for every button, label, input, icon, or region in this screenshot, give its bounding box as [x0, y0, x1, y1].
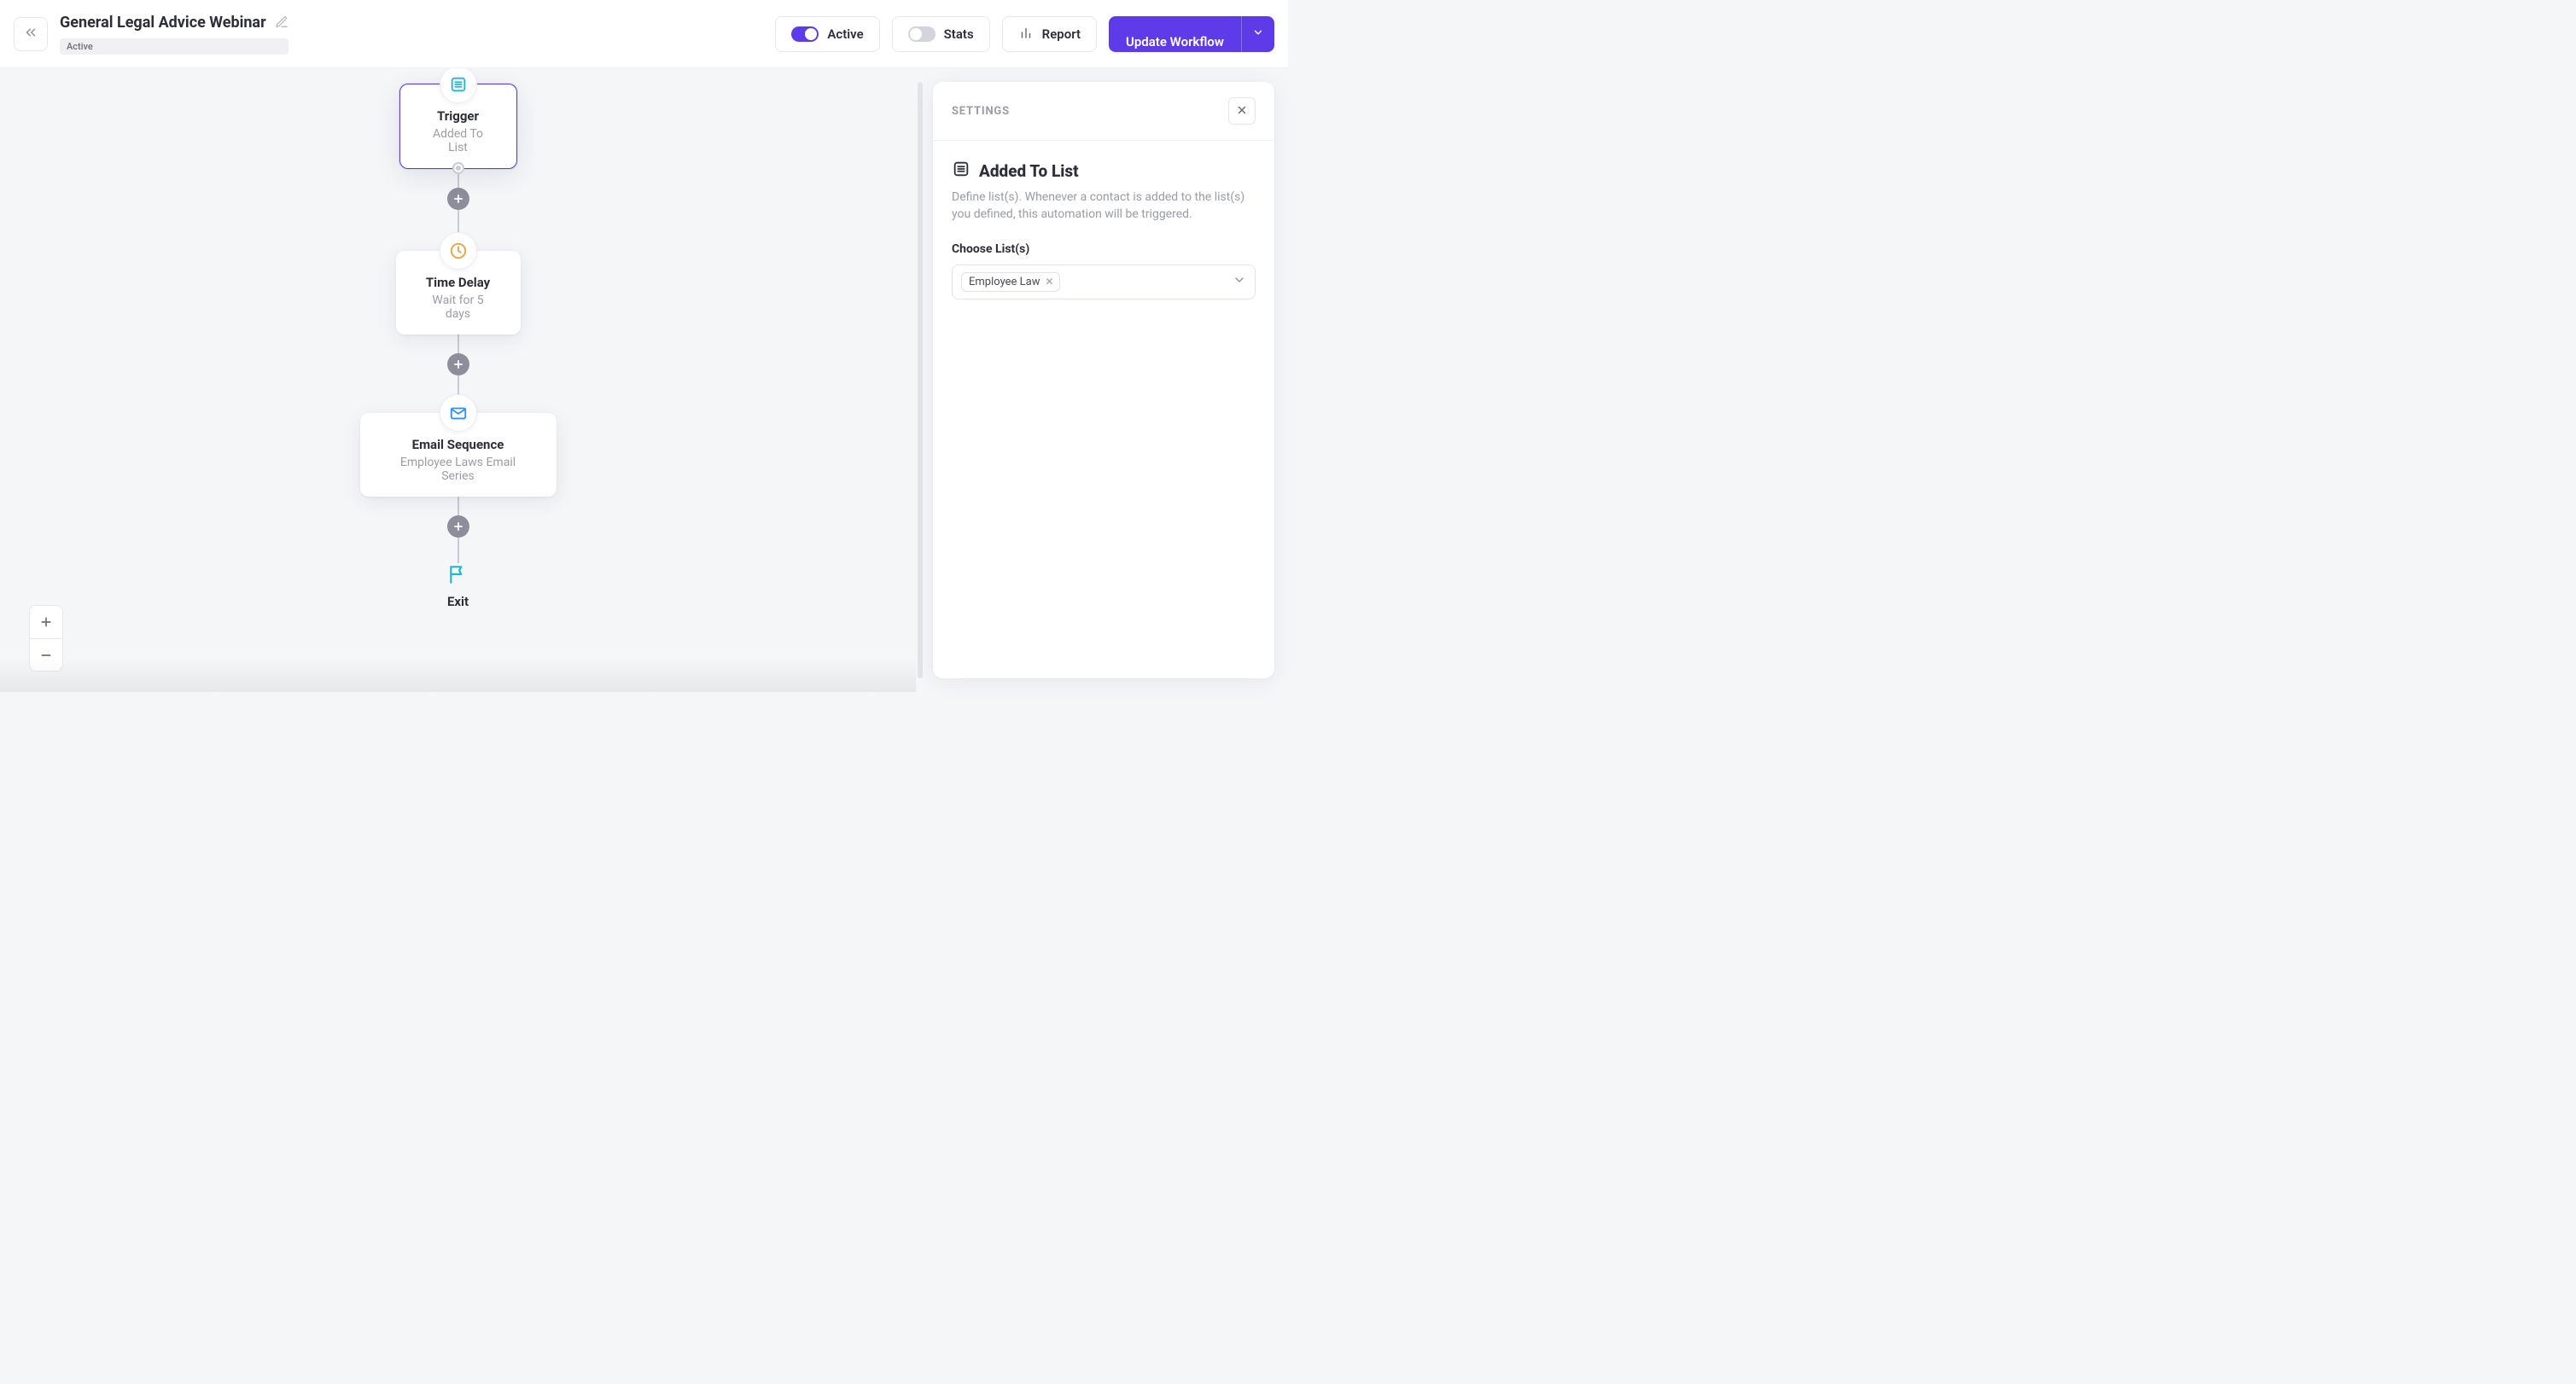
close-icon [1236, 103, 1248, 119]
flag-icon [447, 563, 469, 589]
close-panel-button[interactable] [1228, 97, 1256, 125]
settings-panel: SETTINGS Added To List Define list(s). W… [933, 82, 1274, 678]
app-header: General Legal Advice Webinar Active Acti… [0, 0, 1288, 68]
collapse-sidebar-button[interactable] [14, 17, 48, 51]
section-description: Define list(s). Whenever a contact is ad… [952, 189, 1256, 224]
bar-chart-icon [1018, 25, 1034, 44]
panel-title: SETTINGS [952, 105, 1010, 118]
report-button[interactable]: Report [1002, 16, 1097, 52]
zoom-out-button[interactable] [30, 638, 62, 671]
chevron-double-left-icon [23, 25, 38, 44]
clock-icon [440, 232, 477, 270]
chip-label: Employee Law [969, 276, 1040, 288]
toggle-off-icon [908, 26, 935, 42]
add-step-button[interactable] [447, 515, 469, 538]
section-title: Added To List [979, 161, 1079, 181]
selected-list-chip: Employee Law ✕ [961, 272, 1060, 292]
remove-chip-button[interactable]: ✕ [1046, 276, 1054, 288]
canvas-scrollbar[interactable] [916, 82, 924, 678]
workflow-canvas[interactable]: Trigger Added To List Time Delay Wait fo… [0, 68, 916, 692]
node-subtitle: Employee Laws Email Series [384, 456, 533, 483]
field-label: Choose List(s) [952, 242, 1256, 256]
node-title: Trigger [424, 108, 492, 124]
update-workflow-split-button: Update Workflow [1109, 16, 1274, 52]
workflow-exit: Exit [447, 563, 469, 609]
workflow-node-trigger[interactable]: Trigger Added To List [399, 84, 517, 169]
list-icon [440, 68, 477, 103]
workflow-node-email[interactable]: Email Sequence Employee Laws Email Serie… [360, 413, 557, 497]
chevron-down-icon [1233, 273, 1246, 290]
title-block: General Legal Advice Webinar Active [60, 14, 288, 55]
node-title: Time Delay [420, 275, 497, 290]
stats-toggle[interactable]: Stats [892, 16, 990, 52]
node-subtitle: Wait for 5 days [420, 294, 497, 321]
workflow-node-delay[interactable]: Time Delay Wait for 5 days [396, 251, 521, 334]
node-title: Email Sequence [384, 437, 533, 452]
connector-line [458, 334, 459, 353]
connector-line [458, 497, 459, 515]
active-toggle-label: Active [827, 26, 863, 42]
add-step-button[interactable] [447, 353, 469, 375]
status-badge: Active [60, 38, 288, 55]
connector-dot-icon [452, 162, 464, 174]
edit-title-button[interactable] [275, 15, 288, 29]
zoom-in-button[interactable] [30, 606, 62, 638]
node-subtitle: Added To List [424, 127, 492, 154]
toggle-on-icon [791, 26, 819, 42]
list-icon [952, 160, 970, 182]
add-step-button[interactable] [447, 188, 469, 210]
active-toggle[interactable]: Active [775, 16, 879, 52]
connector-line [458, 538, 459, 563]
update-workflow-dropdown[interactable] [1241, 16, 1274, 52]
stats-toggle-label: Stats [944, 26, 974, 42]
mail-icon [440, 394, 477, 432]
list-multiselect[interactable]: Employee Law ✕ [952, 265, 1256, 299]
zoom-controls [29, 605, 63, 672]
page-title: General Legal Advice Webinar [60, 14, 266, 32]
chevron-down-icon [1252, 26, 1264, 42]
report-button-label: Report [1042, 26, 1081, 42]
exit-label: Exit [447, 594, 469, 609]
